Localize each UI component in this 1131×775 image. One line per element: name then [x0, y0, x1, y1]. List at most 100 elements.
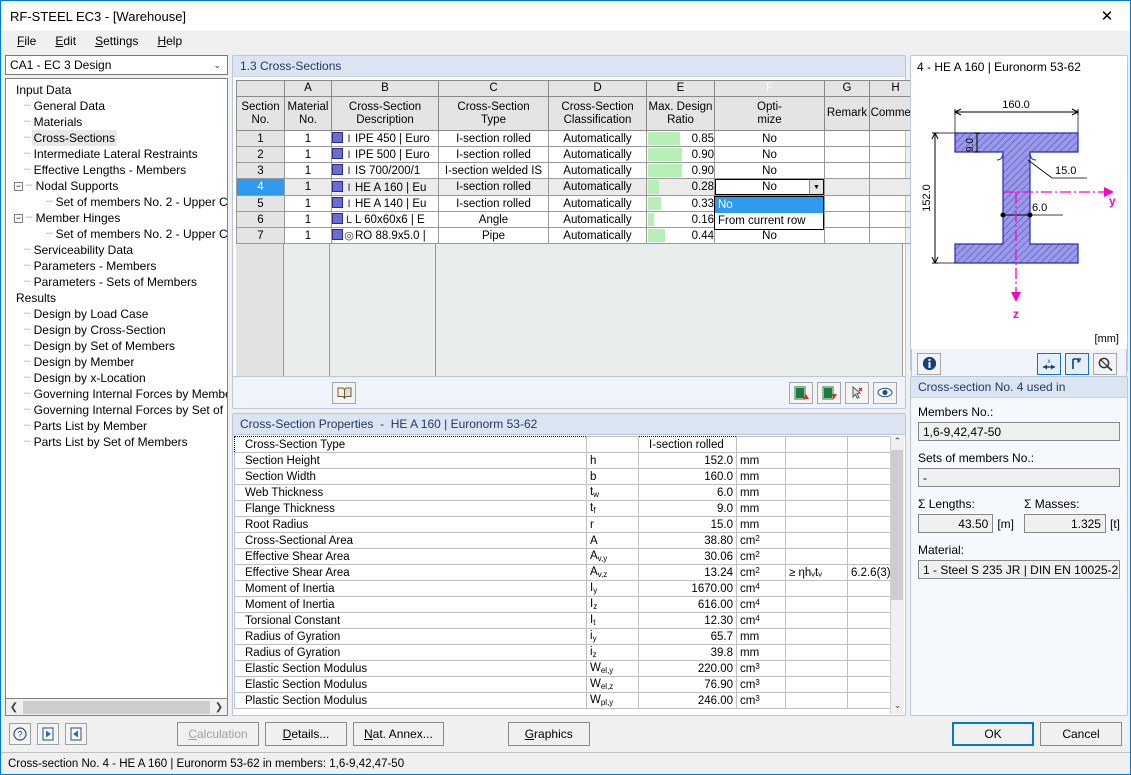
- cell-remark[interactable]: [824, 195, 870, 212]
- cell-remark[interactable]: [824, 162, 870, 179]
- axes-toggle-icon[interactable]: [1065, 352, 1089, 375]
- tree-item-design-by-cross-section[interactable]: ┄ Design by Cross-Section: [10, 322, 227, 338]
- property-value[interactable]: 160.0: [638, 468, 737, 485]
- property-value[interactable]: 152.0: [638, 452, 737, 469]
- cell-classification[interactable]: Automatically: [548, 162, 647, 179]
- property-value[interactable]: I-section rolled: [638, 436, 737, 453]
- property-row[interactable]: Flange Thickness tf 9.0 mm: [234, 500, 890, 517]
- column-letter-f[interactable]: F: [714, 80, 825, 97]
- property-row[interactable]: Radius of Gyration iy 65.7 mm: [234, 628, 890, 645]
- cell-classification[interactable]: Automatically: [548, 227, 647, 244]
- row-header[interactable]: 1: [236, 130, 285, 147]
- cell-material-no[interactable]: 1: [284, 227, 332, 244]
- cell-design-ratio[interactable]: 0.90: [646, 162, 715, 179]
- tree-item-serviceability-data[interactable]: ┄ Serviceability Data: [10, 242, 227, 258]
- cell-description[interactable]: I IPE 450 | Euro: [331, 130, 439, 147]
- property-row[interactable]: Effective Shear Area Av,y 30.06 cm2: [234, 548, 890, 565]
- property-value[interactable]: 39.8: [638, 644, 737, 661]
- column-letter-a[interactable]: A: [284, 80, 332, 97]
- dimension-toggle-icon[interactable]: x: [1037, 352, 1061, 375]
- cell-classification[interactable]: Automatically: [548, 195, 647, 212]
- cell-description[interactable]: I IS 700/200/1: [331, 162, 439, 179]
- cell-material-no[interactable]: 1: [284, 211, 332, 228]
- eye-view-icon[interactable]: [873, 381, 897, 404]
- property-value[interactable]: 65.7: [638, 628, 737, 645]
- tree-item-cross-sections[interactable]: ┄ Cross-Sections: [10, 130, 227, 146]
- property-row[interactable]: Moment of Inertia Iz 616.00 cm4: [234, 596, 890, 613]
- table-row[interactable]: 1 1 I IPE 450 | Euro I-section rolled Automat…: [236, 130, 922, 147]
- tree-item-parameters-members[interactable]: ┄ Parameters - Members: [10, 258, 227, 274]
- property-row[interactable]: Radius of Gyration iz 39.8 mm: [234, 644, 890, 661]
- cell-description[interactable]: ◎RO 88.9x5.0 |: [331, 227, 439, 244]
- scroll-thumb[interactable]: [891, 450, 903, 600]
- cell-type[interactable]: I-section rolled: [438, 130, 549, 147]
- tree-item-design-by-load-case[interactable]: ┄ Design by Load Case: [10, 306, 227, 322]
- graphics-button[interactable]: Graphics: [507, 722, 590, 746]
- cell-material-no[interactable]: 1: [284, 130, 332, 147]
- column-letter-e[interactable]: E: [646, 80, 715, 97]
- collapse-icon[interactable]: −: [14, 213, 23, 223]
- cell-optimize[interactable]: No ▼ No From current row: [714, 178, 825, 230]
- cell-design-ratio[interactable]: 0.16: [646, 211, 715, 228]
- menu-item-help[interactable]: Help: [149, 32, 190, 50]
- cell-optimize[interactable]: No: [714, 130, 825, 147]
- members-field[interactable]: 1,6-9,42,47-50: [918, 422, 1120, 441]
- property-row[interactable]: Section Height h 152.0 mm: [234, 452, 890, 469]
- tree-item-design-by-x-location[interactable]: ┄ Design by x-Location: [10, 370, 227, 386]
- cancel-button[interactable]: Cancel: [1040, 722, 1122, 746]
- property-row[interactable]: Root Radius r 15.0 mm: [234, 516, 890, 533]
- tree-item-member-hinges-set[interactable]: ┄Set of members No. 2 - Upper Chord: [10, 226, 227, 242]
- optimize-dropdown-list[interactable]: No From current row: [714, 196, 824, 230]
- cell-type[interactable]: I-section welded IS: [438, 162, 549, 179]
- property-value[interactable]: 616.00: [638, 596, 737, 613]
- property-value[interactable]: 38.80: [638, 532, 737, 549]
- cell-material-no[interactable]: 1: [284, 195, 332, 212]
- tree-item-parts-list-by-set-of-members[interactable]: ┄ Parts List by Set of Members: [10, 434, 227, 450]
- property-row[interactable]: Cross-Sectional Area A 38.80 cm2: [234, 532, 890, 549]
- table-row[interactable]: 2 1 I IPE 500 | Euro I-section rolled Automat…: [236, 146, 922, 163]
- scroll-track[interactable]: [891, 450, 904, 700]
- property-value[interactable]: 15.0: [638, 516, 737, 533]
- tree-item-input-data[interactable]: Input Data: [10, 82, 227, 98]
- scroll-left-icon[interactable]: ❮: [6, 702, 22, 713]
- property-row[interactable]: Cross-Section Type I-section rolled: [234, 436, 890, 453]
- cell-description[interactable]: I IPE 500 | Euro: [331, 146, 439, 163]
- column-letter-b[interactable]: B: [331, 80, 439, 97]
- cell-material-no[interactable]: 1: [284, 162, 332, 179]
- cell-remark[interactable]: [824, 146, 870, 163]
- cell-remark[interactable]: [824, 178, 870, 196]
- property-value[interactable]: 246.00: [638, 692, 737, 709]
- close-icon[interactable]: ✕: [1084, 2, 1130, 31]
- tree-item-design-by-member[interactable]: ┄ Design by Member: [10, 354, 227, 370]
- cell-remark[interactable]: [824, 211, 870, 228]
- property-row[interactable]: Moment of Inertia Iy 1670.00 cm4: [234, 580, 890, 597]
- tree-item-nodal-supports-set[interactable]: ┄Set of members No. 2 - Upper Chord: [10, 194, 227, 210]
- sets-of-members-field[interactable]: -: [918, 468, 1120, 487]
- material-field[interactable]: 1 - Steel S 235 JR | DIN EN 10025-2:200: [918, 560, 1120, 579]
- info-icon[interactable]: [917, 352, 941, 375]
- property-row[interactable]: Torsional Constant It 12.30 cm4: [234, 612, 890, 629]
- tree-item-intermediate-lateral-restraints[interactable]: ┄ Intermediate Lateral Restraints: [10, 146, 227, 162]
- cell-design-ratio[interactable]: 0.44: [646, 227, 715, 244]
- tree-item-general-data[interactable]: ┄ General Data: [10, 98, 227, 114]
- cell-classification[interactable]: Automatically: [548, 146, 647, 163]
- property-value[interactable]: 220.00: [638, 660, 737, 677]
- row-header[interactable]: 7: [236, 227, 285, 244]
- tree-item-governing-forces-by-member[interactable]: ┄ Governing Internal Forces by Member: [10, 386, 227, 402]
- dropdown-option[interactable]: No: [715, 197, 823, 213]
- cell-description[interactable]: I HE A 140 | Eu: [331, 195, 439, 212]
- help-icon[interactable]: ?: [9, 723, 31, 745]
- cell-description[interactable]: I HE A 160 | Eu: [331, 178, 439, 196]
- tree-item-results[interactable]: Results: [10, 290, 227, 306]
- property-row[interactable]: Elastic Section Modulus Wel,y 220.00 cm3: [234, 660, 890, 677]
- tree-item-governing-forces-by-set[interactable]: ┄Governing Internal Forces by Set of Men: [10, 402, 227, 418]
- cell-design-ratio[interactable]: 0.85: [646, 130, 715, 147]
- menu-item-edit[interactable]: Edit: [47, 32, 84, 50]
- property-value[interactable]: 6.0: [638, 484, 737, 501]
- design-case-combo[interactable]: CA1 - EC 3 Design ⌄: [5, 55, 228, 75]
- cell-remark[interactable]: [824, 227, 870, 244]
- pick-section-icon[interactable]: [845, 381, 869, 404]
- optimize-dropdown[interactable]: No ▼: [715, 179, 824, 195]
- row-header[interactable]: 6: [236, 211, 285, 228]
- cell-type[interactable]: I-section rolled: [438, 146, 549, 163]
